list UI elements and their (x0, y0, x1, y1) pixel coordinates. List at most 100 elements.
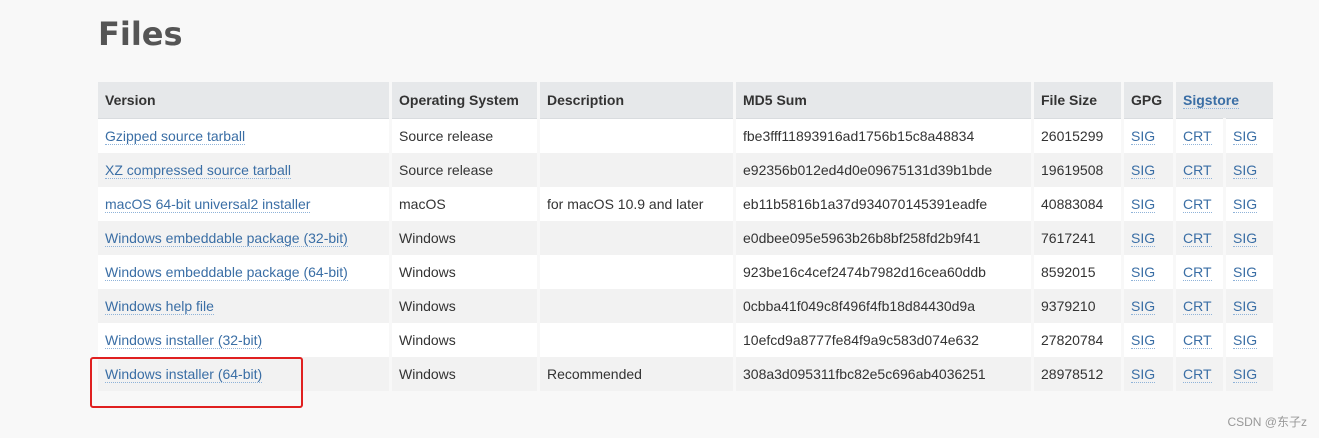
sigstore-sig-cell: SIG (1224, 118, 1273, 153)
files-table: Version Operating System Description MD5… (98, 82, 1273, 391)
sigstore-crt-link[interactable]: CRT (1183, 230, 1212, 247)
gpg-cell: SIG (1122, 118, 1176, 153)
header-operating-system: Operating System (390, 82, 540, 119)
file-size-cell: 26015299 (1032, 118, 1124, 153)
file-size-cell: 19619508 (1032, 153, 1124, 187)
description-cell (538, 289, 736, 323)
gpg-cell: SIG (1122, 357, 1176, 391)
table-row: Windows installer (64-bit) Windows Recom… (98, 357, 1273, 391)
download-link-gzipped-source-tarball[interactable]: Gzipped source tarball (105, 128, 246, 145)
sigstore-sig-link[interactable]: SIG (1233, 332, 1258, 349)
table-row: macOS 64-bit universal2 installer macOS … (98, 187, 1273, 221)
sigstore-link[interactable]: Sigstore (1183, 92, 1240, 109)
md5-cell: 0cbba41f049c8f496f4fb18d84430d9a (734, 289, 1034, 323)
sigstore-crt-cell: CRT (1174, 221, 1226, 255)
version-cell: Windows installer (32-bit) (98, 323, 392, 357)
sigstore-sig-cell: SIG (1224, 221, 1273, 255)
os-cell: Source release (390, 118, 540, 153)
download-link-xz-source-tarball[interactable]: XZ compressed source tarball (105, 162, 291, 179)
sigstore-crt-link[interactable]: CRT (1183, 366, 1212, 383)
version-cell: macOS 64-bit universal2 installer (98, 187, 392, 221)
sigstore-crt-link[interactable]: CRT (1183, 264, 1212, 281)
download-link-windows-embeddable-32bit[interactable]: Windows embeddable package (32-bit) (105, 230, 348, 247)
version-cell: Windows embeddable package (32-bit) (98, 221, 392, 255)
file-size-cell: 9379210 (1032, 289, 1124, 323)
sigstore-sig-link[interactable]: SIG (1233, 298, 1258, 315)
gpg-sig-link[interactable]: SIG (1131, 264, 1156, 281)
os-cell: Windows (390, 255, 540, 289)
md5-cell: fbe3fff11893916ad1756b15c8a48834 (734, 118, 1034, 153)
gpg-sig-link[interactable]: SIG (1131, 128, 1156, 145)
sigstore-sig-cell: SIG (1224, 289, 1273, 323)
header-gpg: GPG (1122, 82, 1176, 119)
table-row: Windows embeddable package (32-bit) Wind… (98, 221, 1273, 255)
header-md5-sum: MD5 Sum (734, 82, 1034, 119)
description-cell (538, 255, 736, 289)
description-cell: Recommended (538, 357, 736, 391)
gpg-cell: SIG (1122, 323, 1176, 357)
md5-cell: e0dbee095e5963b26b8bf258fd2b9f41 (734, 221, 1034, 255)
sigstore-crt-cell: CRT (1174, 118, 1226, 153)
table-row: Gzipped source tarball Source release fb… (98, 118, 1273, 153)
sigstore-sig-link[interactable]: SIG (1233, 128, 1258, 145)
sigstore-sig-link[interactable]: SIG (1233, 196, 1258, 213)
version-cell: Windows embeddable package (64-bit) (98, 255, 392, 289)
sigstore-crt-cell: CRT (1174, 187, 1226, 221)
sigstore-sig-cell: SIG (1224, 153, 1273, 187)
sigstore-crt-link[interactable]: CRT (1183, 298, 1212, 315)
gpg-cell: SIG (1122, 255, 1176, 289)
os-cell: Source release (390, 153, 540, 187)
md5-cell: 10efcd9a8777fe84f9a9c583d074e632 (734, 323, 1034, 357)
gpg-sig-link[interactable]: SIG (1131, 298, 1156, 315)
download-link-windows-embeddable-64bit[interactable]: Windows embeddable package (64-bit) (105, 264, 348, 281)
gpg-sig-link[interactable]: SIG (1131, 332, 1156, 349)
sigstore-sig-cell: SIG (1224, 357, 1273, 391)
header-description: Description (538, 82, 736, 119)
gpg-cell: SIG (1122, 289, 1176, 323)
gpg-sig-link[interactable]: SIG (1131, 366, 1156, 383)
table-row: Windows help file Windows 0cbba41f049c8f… (98, 289, 1273, 323)
sigstore-sig-link[interactable]: SIG (1233, 162, 1258, 179)
os-cell: Windows (390, 221, 540, 255)
download-link-windows-installer-32bit[interactable]: Windows installer (32-bit) (105, 332, 263, 349)
file-size-cell: 40883084 (1032, 187, 1124, 221)
gpg-sig-link[interactable]: SIG (1131, 230, 1156, 247)
sigstore-sig-link[interactable]: SIG (1233, 230, 1258, 247)
sigstore-crt-link[interactable]: CRT (1183, 162, 1212, 179)
gpg-cell: SIG (1122, 153, 1176, 187)
gpg-cell: SIG (1122, 221, 1176, 255)
file-size-cell: 28978512 (1032, 357, 1124, 391)
md5-cell: e92356b012ed4d0e09675131d39b1bde (734, 153, 1034, 187)
md5-cell: 923be16c4cef2474b7982d16cea60ddb (734, 255, 1034, 289)
description-cell (538, 221, 736, 255)
sigstore-sig-link[interactable]: SIG (1233, 264, 1258, 281)
md5-cell: 308a3d095311fbc82e5c696ab4036251 (734, 357, 1034, 391)
header-sigstore: Sigstore (1174, 82, 1273, 119)
gpg-sig-link[interactable]: SIG (1131, 196, 1156, 213)
file-size-cell: 7617241 (1032, 221, 1124, 255)
sigstore-crt-link[interactable]: CRT (1183, 128, 1212, 145)
file-size-cell: 8592015 (1032, 255, 1124, 289)
header-version: Version (98, 82, 392, 119)
sigstore-crt-link[interactable]: CRT (1183, 196, 1212, 213)
version-cell: Windows help file (98, 289, 392, 323)
download-link-windows-installer-64bit[interactable]: Windows installer (64-bit) (105, 366, 263, 383)
sigstore-crt-cell: CRT (1174, 153, 1226, 187)
sigstore-sig-link[interactable]: SIG (1233, 366, 1258, 383)
gpg-sig-link[interactable]: SIG (1131, 162, 1156, 179)
sigstore-sig-cell: SIG (1224, 255, 1273, 289)
description-cell (538, 153, 736, 187)
download-link-windows-help-file[interactable]: Windows help file (105, 298, 214, 315)
description-cell (538, 323, 736, 357)
download-link-macos-installer[interactable]: macOS 64-bit universal2 installer (105, 196, 311, 213)
header-file-size: File Size (1032, 82, 1124, 119)
version-cell: XZ compressed source tarball (98, 153, 392, 187)
md5-cell: eb11b5816b1a37d934070145391eadfe (734, 187, 1034, 221)
version-cell: Windows installer (64-bit) (98, 357, 392, 391)
table-row: Windows embeddable package (64-bit) Wind… (98, 255, 1273, 289)
sigstore-crt-link[interactable]: CRT (1183, 332, 1212, 349)
sigstore-sig-cell: SIG (1224, 187, 1273, 221)
file-size-cell: 27820784 (1032, 323, 1124, 357)
os-cell: macOS (390, 187, 540, 221)
sigstore-crt-cell: CRT (1174, 289, 1226, 323)
